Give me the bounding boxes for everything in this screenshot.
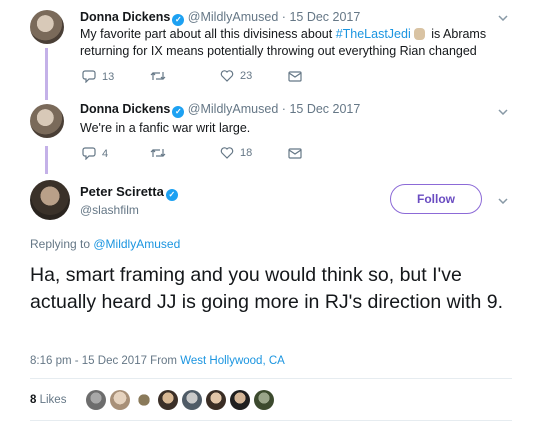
reply-button[interactable]: 4	[82, 147, 108, 160]
tweet-header: Donna Dickens ✓ @MildlyAmused · 15 Dec 20…	[80, 102, 361, 118]
liker-avatar[interactable]	[110, 390, 130, 410]
replying-to-link[interactable]: @MildlyAmused	[93, 237, 180, 251]
liker-avatar[interactable]	[254, 390, 274, 410]
like-count: 18	[240, 147, 253, 159]
liker-avatar[interactable]	[134, 390, 154, 410]
location-link[interactable]: West Hollywood, CA	[180, 355, 285, 367]
tweet-date[interactable]: 15 Dec 2017	[289, 102, 360, 116]
liker-avatar[interactable]	[158, 390, 178, 410]
heart-icon	[220, 147, 234, 159]
like-count: 23	[240, 70, 253, 82]
author-handle[interactable]: @slashfilm	[80, 203, 139, 217]
hashtag-link[interactable]: #TheLastJedi	[336, 27, 411, 41]
divider	[30, 420, 512, 421]
heart-icon	[220, 70, 234, 82]
avatar[interactable]	[30, 10, 64, 44]
tweet-date[interactable]: 15 Dec 2017	[289, 10, 360, 24]
reply-icon	[82, 147, 96, 160]
liker-avatar[interactable]	[86, 390, 106, 410]
replying-to: Replying to @MildlyAmused	[30, 237, 181, 251]
avatar[interactable]	[30, 104, 64, 138]
hashtag-emoji	[413, 28, 425, 40]
liker-avatar[interactable]	[230, 390, 250, 410]
like-button[interactable]: 23	[220, 70, 252, 82]
reply-count: 4	[102, 147, 109, 160]
author-name[interactable]: Donna Dickens	[80, 10, 170, 24]
verified-icon: ✓	[172, 106, 185, 118]
likers-list	[86, 390, 274, 410]
retweet-icon	[150, 72, 166, 80]
verified-icon: ✓	[165, 189, 178, 201]
tweet-header: Donna Dickens ✓ @MildlyAmused · 15 Dec 20…	[80, 10, 361, 26]
author-handle[interactable]: @MildlyAmused	[188, 10, 279, 24]
chevron-down-icon[interactable]	[498, 106, 508, 118]
reply-icon	[82, 70, 96, 83]
liker-avatar[interactable]	[206, 390, 226, 410]
message-button[interactable]	[288, 148, 302, 159]
thread-line	[45, 146, 48, 174]
reply-count: 13	[102, 70, 115, 83]
tweet-text: We're in a fanfic war writ large.	[80, 121, 251, 135]
likes-count: 8	[30, 394, 37, 406]
avatar[interactable]	[30, 180, 70, 220]
verified-icon: ✓	[172, 14, 185, 26]
tweet-text: My favorite part about all this divisine…	[80, 27, 487, 58]
message-button[interactable]	[288, 71, 302, 82]
author-name[interactable]: Peter Sciretta ✓	[80, 184, 178, 201]
follow-button[interactable]: Follow	[390, 184, 482, 214]
like-button[interactable]: 18	[220, 147, 252, 159]
likes-summary[interactable]: 8 Likes	[30, 394, 66, 406]
thread-line	[45, 48, 48, 100]
reply-button[interactable]: 13	[82, 70, 114, 83]
author-handle[interactable]: @MildlyAmused	[188, 102, 279, 116]
likes-label: Likes	[39, 394, 67, 406]
retweet-icon	[150, 149, 166, 157]
message-icon	[288, 71, 302, 82]
chevron-down-icon[interactable]	[498, 12, 508, 24]
author-name[interactable]: Donna Dickens	[80, 102, 170, 116]
retweet-button[interactable]	[150, 70, 166, 82]
tweet-text: Ha, smart framing and you would think so…	[30, 264, 504, 313]
chevron-down-icon[interactable]	[498, 195, 508, 207]
divider	[30, 378, 512, 379]
message-icon	[288, 148, 302, 159]
liker-avatar[interactable]	[182, 390, 202, 410]
retweet-button[interactable]	[150, 147, 166, 159]
tweet-timestamp: 8:16 pm - 15 Dec 2017 From West Hollywoo…	[30, 355, 285, 367]
